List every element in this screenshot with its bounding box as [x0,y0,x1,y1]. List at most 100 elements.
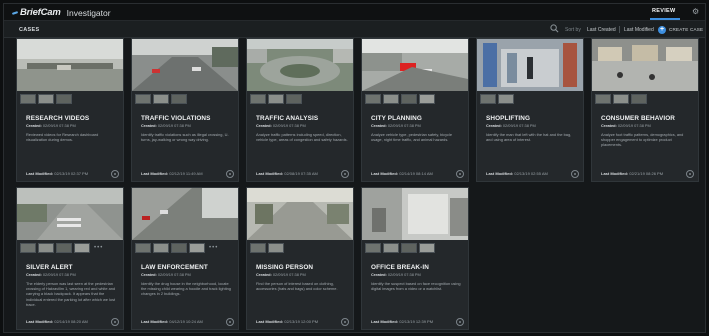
thumbnail[interactable] [268,94,284,104]
share-icon[interactable] [341,318,349,326]
logo-text: BriefCam [20,7,61,18]
thumbnail[interactable] [480,94,496,104]
case-created: Created: 02/09/19 07:38 PM [141,272,191,277]
thumbnail-strip: ••• [135,243,218,253]
thumbnail[interactable] [153,243,169,253]
thumbnail[interactable] [419,243,435,253]
case-cover-image [247,39,353,91]
case-cover-image [477,39,583,91]
modified-label: Last Modified: [26,171,54,176]
case-card[interactable]: MISSING PERSON Created: 02/09/19 07:38 P… [246,187,354,330]
modified-label: Last Modified: [256,171,284,176]
thumbnail[interactable] [401,94,417,104]
share-icon[interactable] [571,170,579,178]
thumbnail[interactable] [613,94,629,104]
thumbnail[interactable] [20,243,36,253]
create-case-button[interactable]: + CREATE CASE [658,24,703,35]
case-last-modified: Last Modified: 02/13/19 12:00 PM [256,319,318,324]
thumbnail[interactable] [20,94,36,104]
created-date: 02/09/19 07:38 PM [157,123,191,128]
sort-by-label: Sort by [565,27,581,33]
thumbnail[interactable] [38,243,54,253]
case-last-modified: Last Modified: 02/13/19 12:39 PM [371,319,433,324]
thumbnail[interactable] [631,94,647,104]
thumbnail[interactable] [153,94,169,104]
case-title[interactable]: SHOPLIFTING [486,115,530,122]
sort-last-modified[interactable]: Last Modified [624,27,654,33]
more-thumbnails-icon[interactable]: ••• [94,245,103,251]
case-last-modified: Last Modified: 02/14/19 08:20 AM [26,319,88,324]
gear-icon[interactable]: ⚙ [692,7,699,16]
created-label: Created: [486,123,502,128]
modified-label: Last Modified: [26,319,54,324]
created-label: Created: [601,123,617,128]
modified-date: 02/13/19 02:55 AM [514,171,548,176]
thumbnail[interactable] [38,94,54,104]
case-title[interactable]: TRAFFIC ANALYSIS [256,115,318,122]
share-icon[interactable] [456,170,464,178]
thumbnail[interactable] [365,243,381,253]
case-card[interactable]: TRAFFIC VIOLATIONS Created: 02/09/19 07:… [131,38,239,182]
share-icon[interactable] [686,170,694,178]
thumbnail[interactable] [383,243,399,253]
thumbnail[interactable] [171,94,187,104]
share-icon[interactable] [456,318,464,326]
modified-date: 02/21/19 08:26 PM [629,171,664,176]
modified-date: 02/13/19 02:37 PM [54,171,89,176]
case-card[interactable]: ••• SILVER ALERT Created: 02/09/19 07:38… [16,187,124,330]
case-description: Analyze vehicle type, pedestrian safety,… [371,132,453,143]
case-title[interactable]: SILVER ALERT [26,264,73,271]
case-title[interactable]: MISSING PERSON [256,264,313,271]
case-title[interactable]: TRAFFIC VIOLATIONS [141,115,211,122]
thumbnail[interactable] [56,243,72,253]
thumbnail[interactable] [595,94,611,104]
thumbnail[interactable] [74,243,90,253]
thumbnail[interactable] [365,94,381,104]
case-cover-image [362,39,468,91]
case-title[interactable]: LAW ENFORCEMENT [141,264,208,271]
case-card[interactable]: OFFICE BREAK-IN Created: 02/09/19 07:38 … [361,187,469,330]
created-label: Created: [256,123,272,128]
share-icon[interactable] [111,318,119,326]
thumbnail[interactable] [135,94,151,104]
more-thumbnails-icon[interactable]: ••• [209,245,218,251]
thumbnail[interactable] [268,243,284,253]
case-title[interactable]: OFFICE BREAK-IN [371,264,429,271]
thumbnail[interactable] [171,243,187,253]
thumbnail-strip [135,94,187,104]
created-date: 02/09/19 07:38 PM [617,123,651,128]
case-title[interactable]: RESEARCH VIDEOS [26,115,89,122]
tab-review[interactable]: REVIEW [652,8,676,14]
created-date: 02/09/19 07:38 PM [502,123,536,128]
thumbnail[interactable] [189,243,205,253]
created-date: 02/09/19 07:38 PM [42,272,76,277]
sort-last-created[interactable]: Last Created [587,27,616,33]
thumbnail[interactable] [383,94,399,104]
thumbnail[interactable] [56,94,72,104]
case-card[interactable]: ••• LAW ENFORCEMENT Created: 02/09/19 07… [131,187,239,330]
case-created: Created: 02/09/19 07:38 PM [256,123,306,128]
created-label: Created: [26,272,42,277]
case-card[interactable]: CONSUMER BEHAVIOR Created: 02/09/19 07:3… [591,38,699,182]
share-icon[interactable] [226,170,234,178]
case-card[interactable]: SHOPLIFTING Created: 02/09/19 07:38 PM I… [476,38,584,182]
modified-date: 04/12/19 10:24 AM [169,319,203,324]
thumbnail[interactable] [419,94,435,104]
share-icon[interactable] [111,170,119,178]
search-icon[interactable] [550,24,559,33]
thumbnail-strip: ••• [20,243,103,253]
thumbnail[interactable] [250,94,266,104]
thumbnail[interactable] [286,94,302,104]
thumbnail[interactable] [401,243,417,253]
created-date: 02/09/19 07:38 PM [387,123,421,128]
case-title[interactable]: CONSUMER BEHAVIOR [601,115,675,122]
case-card[interactable]: RESEARCH VIDEOS Created: 02/09/19 07:38 … [16,38,124,182]
case-title[interactable]: CITY PLANNING [371,115,422,122]
case-card[interactable]: CITY PLANNING Created: 02/09/19 07:38 PM… [361,38,469,182]
thumbnail[interactable] [250,243,266,253]
thumbnail[interactable] [135,243,151,253]
share-icon[interactable] [226,318,234,326]
thumbnail[interactable] [498,94,514,104]
share-icon[interactable] [341,170,349,178]
case-card[interactable]: TRAFFIC ANALYSIS Created: 02/09/19 07:38… [246,38,354,182]
